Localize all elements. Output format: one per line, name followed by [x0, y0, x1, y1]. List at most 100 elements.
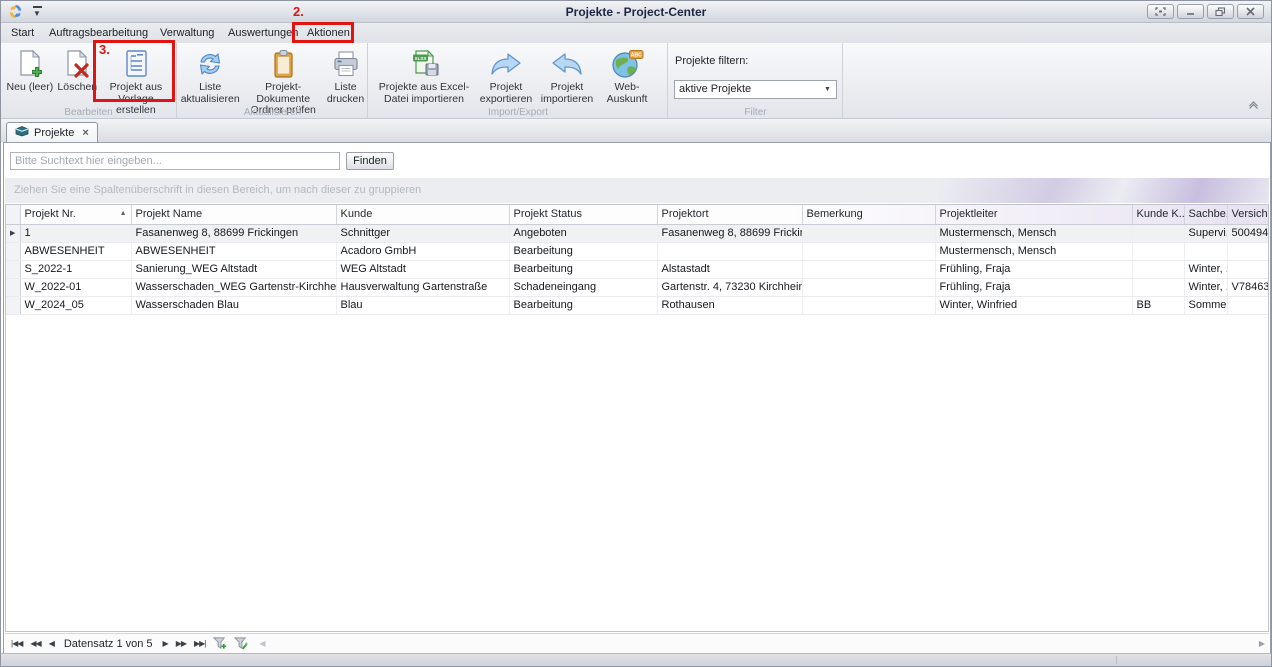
projekt-importieren-button[interactable]: Projekt importieren	[539, 46, 595, 105]
table-cell[interactable]: 500494...	[1227, 224, 1269, 242]
table-cell[interactable]: Gartenstr. 4, 73230 Kirchheim	[657, 278, 802, 296]
table-cell[interactable]: Sanierung_WEG Altstadt	[131, 260, 336, 278]
table-cell[interactable]: Schnittger	[336, 224, 509, 242]
table-cell[interactable]	[1227, 242, 1269, 260]
table-cell[interactable]: BB	[1132, 296, 1184, 314]
column-header-projekt-status[interactable]: Projekt Status	[509, 205, 657, 224]
row-gutter[interactable]	[6, 278, 20, 296]
table-cell[interactable]	[1184, 242, 1227, 260]
minimize-icon[interactable]	[1177, 4, 1204, 19]
filter-dropdown[interactable]: aktive Projekte ▼	[674, 80, 837, 99]
table-cell[interactable]: W_2024_05	[20, 296, 131, 314]
table-cell[interactable]: Hausverwaltung Gartenstraße	[336, 278, 509, 296]
table-cell[interactable]: Blau	[336, 296, 509, 314]
table-cell[interactable]: Rothausen	[657, 296, 802, 314]
column-header-kunde[interactable]: Kunde	[336, 205, 509, 224]
neu-leer-button[interactable]: Neu (leer)	[3, 46, 57, 94]
table-cell[interactable]: Wasserschaden Blau	[131, 296, 336, 314]
table-cell[interactable]: Supervi...	[1184, 224, 1227, 242]
web-auskunft-button[interactable]: ABC Web-Auskunft	[595, 46, 659, 105]
column-header-sachbe[interactable]: Sachbe...	[1184, 205, 1227, 224]
table-cell[interactable]: ABWESENHEIT	[131, 242, 336, 260]
menu-auswertungen[interactable]: Auswertungen	[224, 26, 302, 40]
table-cell[interactable]: Wasserschaden_WEG Gartenstr-Kirchheim	[131, 278, 336, 296]
row-gutter[interactable]	[6, 260, 20, 278]
table-row[interactable]: W_2022-01Wasserschaden_WEG Gartenstr-Kir…	[6, 278, 1269, 296]
table-cell[interactable]: WEG Altstadt	[336, 260, 509, 278]
ribbon-collapse-icon[interactable]	[1248, 97, 1259, 115]
table-row[interactable]: ABWESENHEITABWESENHEITAcadoro GmbHBearbe…	[6, 242, 1269, 260]
row-indicator-icon[interactable]: ▶	[6, 224, 20, 242]
table-cell[interactable]: Bearbeitung	[509, 242, 657, 260]
column-header-bemerkung[interactable]: Bemerkung	[802, 205, 935, 224]
column-header-projekt-nr[interactable]: Projekt Nr.▲	[20, 205, 131, 224]
table-cell[interactable]: Winter, Winfried	[935, 296, 1132, 314]
nav-next-page-icon[interactable]: ▶▶	[172, 639, 190, 648]
table-cell[interactable]: Mustermensch, Mensch	[935, 242, 1132, 260]
nav-first-icon[interactable]: |◀◀	[5, 639, 26, 648]
tab-close-icon[interactable]: ×	[82, 127, 88, 139]
nav-prev-icon[interactable]: ◀	[45, 639, 58, 648]
menu-start[interactable]: Start	[7, 26, 38, 40]
table-cell[interactable]	[1132, 260, 1184, 278]
fit-icon[interactable]	[1147, 4, 1174, 19]
hscroll-right-icon[interactable]: ▶	[1259, 639, 1265, 648]
nav-prev-page-icon[interactable]: ◀◀	[26, 639, 44, 648]
table-cell[interactable]	[1132, 278, 1184, 296]
menu-aktionen[interactable]: Aktionen	[303, 26, 354, 40]
filter-edit-icon[interactable]	[230, 636, 251, 651]
column-header-kunde-k[interactable]: Kunde K...	[1132, 205, 1184, 224]
table-cell[interactable]: Winter, ...	[1184, 278, 1227, 296]
table-cell[interactable]	[1227, 260, 1269, 278]
close-icon[interactable]	[1237, 4, 1264, 19]
table-cell[interactable]: Alstastadt	[657, 260, 802, 278]
liste-aktualisieren-button[interactable]: Liste aktualisieren	[180, 46, 240, 105]
hscroll-left-icon[interactable]: ◀	[251, 639, 273, 648]
projekt-exportieren-button[interactable]: Projekt exportieren	[473, 46, 539, 105]
table-cell[interactable]: 1	[20, 224, 131, 242]
table-cell[interactable]	[802, 242, 935, 260]
table-cell[interactable]: Mustermensch, Mensch	[935, 224, 1132, 242]
projekt-dokumente-ordner-pruefen-button[interactable]: Projekt-Dokumente Ordner prüfen	[240, 46, 326, 117]
column-header-projekt-name[interactable]: Projekt Name	[131, 205, 336, 224]
table-cell[interactable]	[1132, 224, 1184, 242]
table-row[interactable]: ▶1Fasanenweg 8, 88699 FrickingenSchnittg…	[6, 224, 1269, 242]
column-header-projektort[interactable]: Projektort	[657, 205, 802, 224]
table-cell[interactable]: Fasanenweg 8, 88699 Frickingen	[131, 224, 336, 242]
table-cell[interactable]	[802, 296, 935, 314]
table-cell[interactable]: Winter, ...	[1184, 260, 1227, 278]
table-row[interactable]: W_2024_05Wasserschaden BlauBlauBearbeitu…	[6, 296, 1269, 314]
menu-auftragsbearbeitung[interactable]: Auftragsbearbeitung	[45, 26, 152, 40]
search-input[interactable]	[10, 152, 340, 170]
filter-add-icon[interactable]	[209, 636, 230, 651]
table-cell[interactable]: S_2022-1	[20, 260, 131, 278]
row-gutter[interactable]	[6, 242, 20, 260]
group-by-panel[interactable]: Ziehen Sie eine Spaltenüberschrift in di…	[5, 178, 1269, 203]
table-cell[interactable]: Frühling, Fraja	[935, 260, 1132, 278]
table-cell[interactable]: Schadeneingang	[509, 278, 657, 296]
table-cell[interactable]: Sommer...	[1184, 296, 1227, 314]
table-cell[interactable]	[802, 260, 935, 278]
table-cell[interactable]: Acadoro GmbH	[336, 242, 509, 260]
restore-icon[interactable]	[1207, 4, 1234, 19]
liste-drucken-button[interactable]: Liste drucken	[326, 46, 365, 105]
table-cell[interactable]: Frühling, Fraja	[935, 278, 1132, 296]
loeschen-button[interactable]: Löschen	[57, 46, 98, 94]
table-cell[interactable]: W_2022-01	[20, 278, 131, 296]
table-cell[interactable]: ABWESENHEIT	[20, 242, 131, 260]
table-cell[interactable]: Bearbeitung	[509, 260, 657, 278]
tab-projekte[interactable]: Projekte ×	[6, 122, 98, 142]
table-cell[interactable]: V784632	[1227, 278, 1269, 296]
table-cell[interactable]: Angeboten	[509, 224, 657, 242]
table-cell[interactable]	[1227, 296, 1269, 314]
table-cell[interactable]: Fasanenweg 8, 88699 Frickingen	[657, 224, 802, 242]
menu-verwaltung[interactable]: Verwaltung	[156, 26, 218, 40]
column-header-projektleiter[interactable]: Projektleiter	[935, 205, 1132, 224]
nav-last-icon[interactable]: ▶▶|	[190, 639, 209, 648]
projekte-aus-excel-importieren-button[interactable]: XLSX Projekte aus Excel-Datei importiere…	[375, 46, 473, 105]
projekt-aus-vorlage-button[interactable]: Projekt aus Vorlage erstellen	[98, 46, 174, 117]
table-cell[interactable]	[802, 224, 935, 242]
table-cell[interactable]: Bearbeitung	[509, 296, 657, 314]
nav-next-icon[interactable]: ▶	[159, 639, 172, 648]
row-gutter[interactable]	[6, 296, 20, 314]
